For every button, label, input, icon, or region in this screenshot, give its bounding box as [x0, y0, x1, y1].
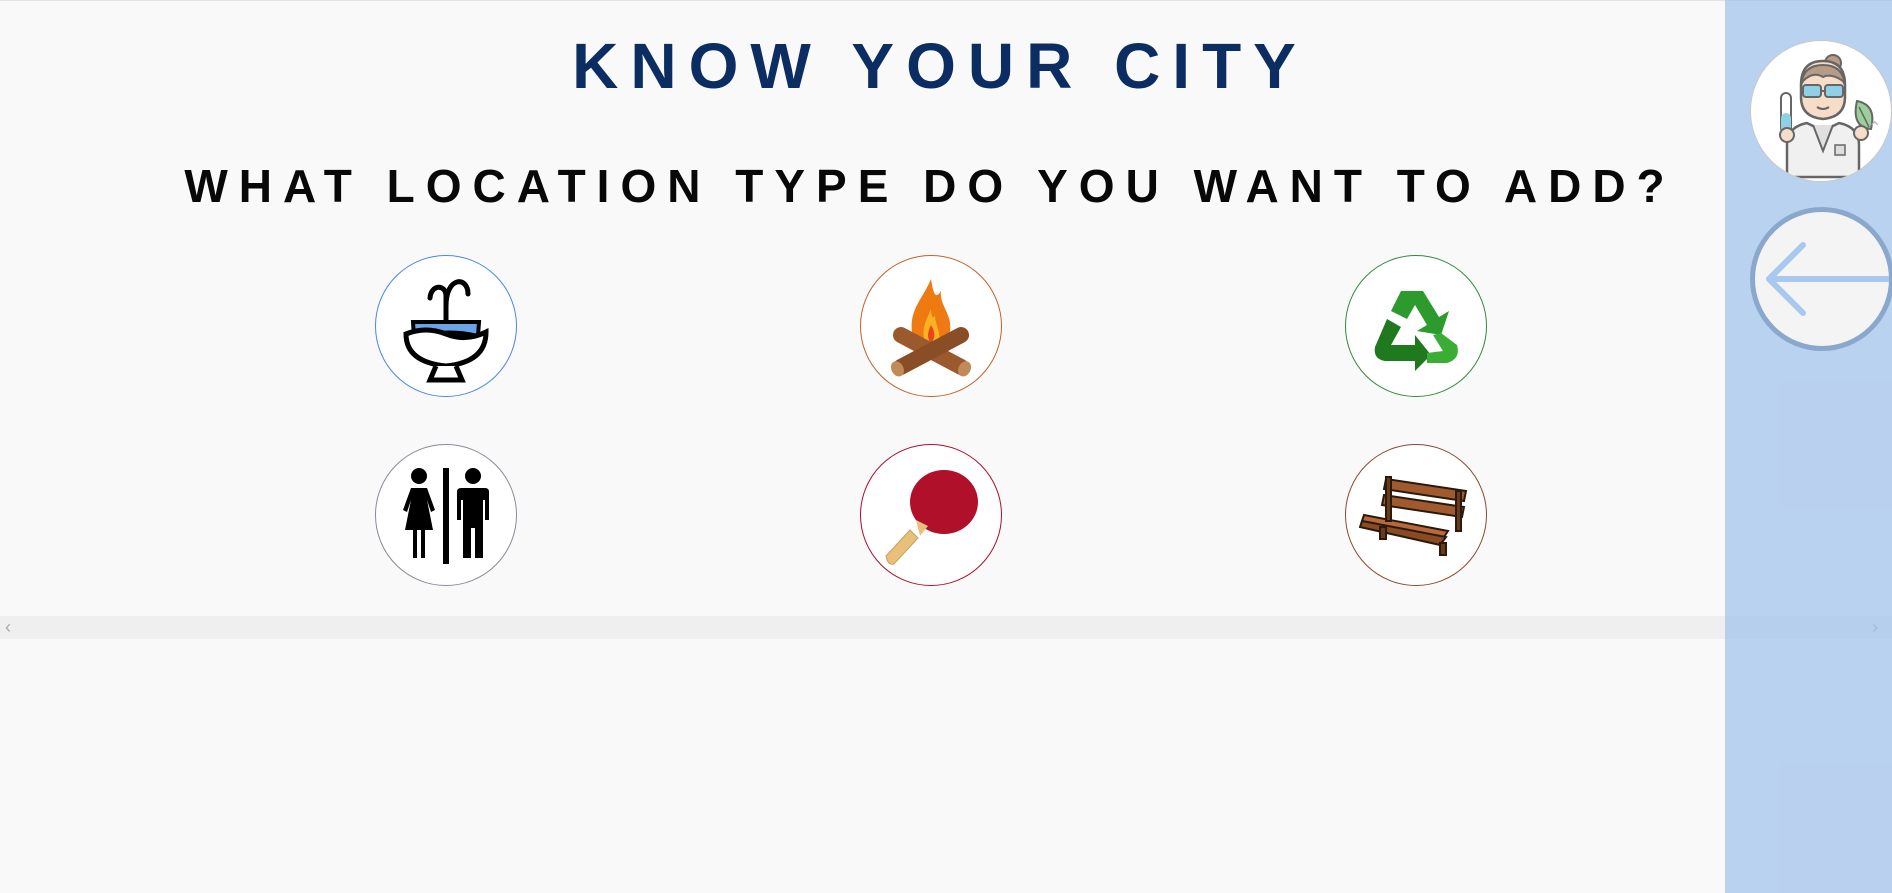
- scroll-up-icon[interactable]: ⌃: [1868, 118, 1881, 138]
- park-bench-button[interactable]: [1345, 444, 1487, 586]
- water-fountain-button[interactable]: [375, 255, 517, 397]
- park-bench-icon: [1358, 476, 1468, 556]
- page-title: KNOW YOUR CITY: [572, 30, 1308, 102]
- horizontal-scrollbar[interactable]: ‹ ›: [0, 616, 1892, 639]
- campfire-button[interactable]: [860, 255, 1002, 397]
- recycling-icon: [1374, 291, 1458, 371]
- main-content: KNOW YOUR CITY WHAT LOCATION TYPE DO YOU…: [0, 0, 1725, 615]
- ping-pong-button[interactable]: [860, 444, 1002, 586]
- campfire-icon: [890, 279, 972, 377]
- water-fountain-icon: [403, 279, 489, 383]
- avatar[interactable]: [1750, 40, 1892, 182]
- scientist-avatar-icon: [1779, 54, 1874, 179]
- recycling-button[interactable]: [1345, 255, 1487, 397]
- scroll-left-icon[interactable]: ‹: [5, 618, 11, 636]
- arrow-left-icon: [1766, 242, 1889, 316]
- location-type-question: WHAT LOCATION TYPE DO YOU WANT TO ADD?: [184, 160, 1676, 212]
- back-button[interactable]: [1750, 207, 1892, 351]
- ping-pong-icon: [885, 470, 978, 565]
- restroom-icon: [403, 468, 489, 564]
- restroom-button[interactable]: [375, 444, 517, 586]
- page: KNOW YOUR CITY WHAT LOCATION TYPE DO YOU…: [0, 0, 1892, 893]
